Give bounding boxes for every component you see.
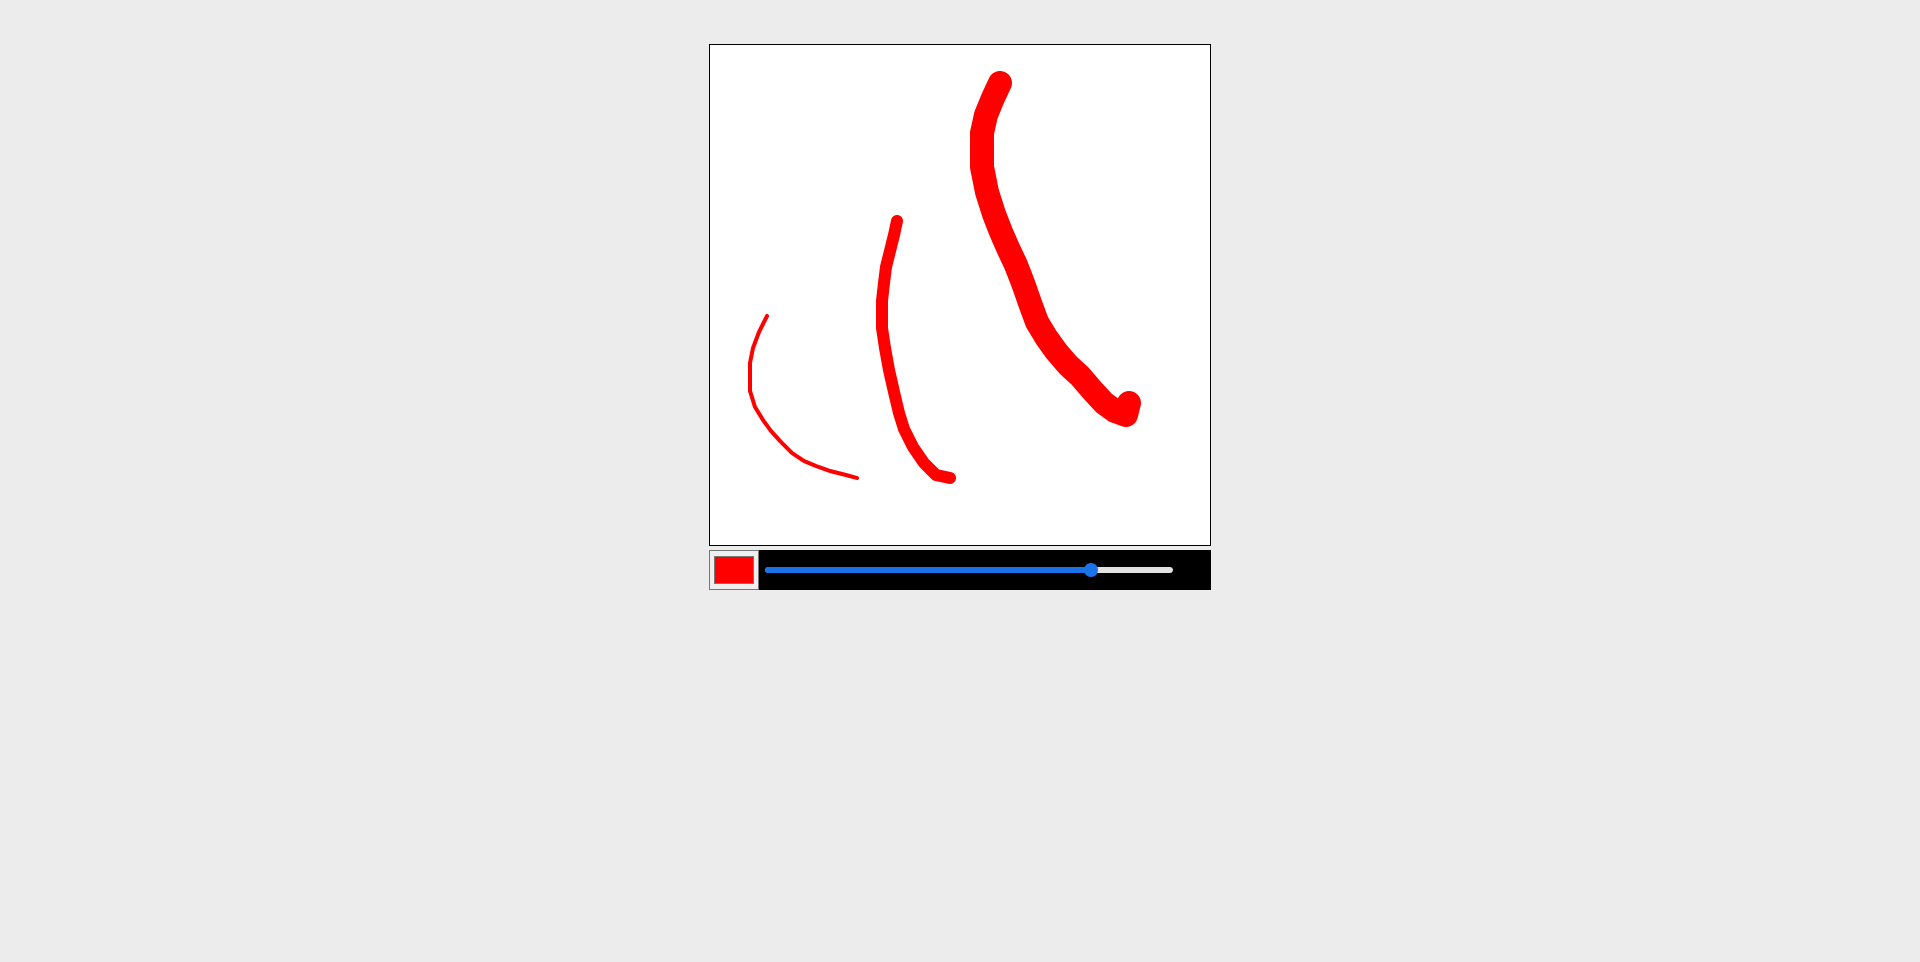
drawing-app <box>709 44 1211 590</box>
brush-stroke-thick <box>970 71 1141 427</box>
drawing-canvas[interactable] <box>709 44 1211 546</box>
toolbar <box>709 550 1211 590</box>
slider-thumb[interactable] <box>1084 563 1098 577</box>
canvas-drawing <box>748 71 1141 484</box>
slider-fill <box>765 567 1091 573</box>
color-picker-button[interactable] <box>709 550 759 590</box>
brush-stroke-medium <box>876 215 956 484</box>
brush-size-slider[interactable] <box>765 563 1173 577</box>
brush-stroke-thin <box>748 314 859 480</box>
color-swatch <box>714 556 754 584</box>
